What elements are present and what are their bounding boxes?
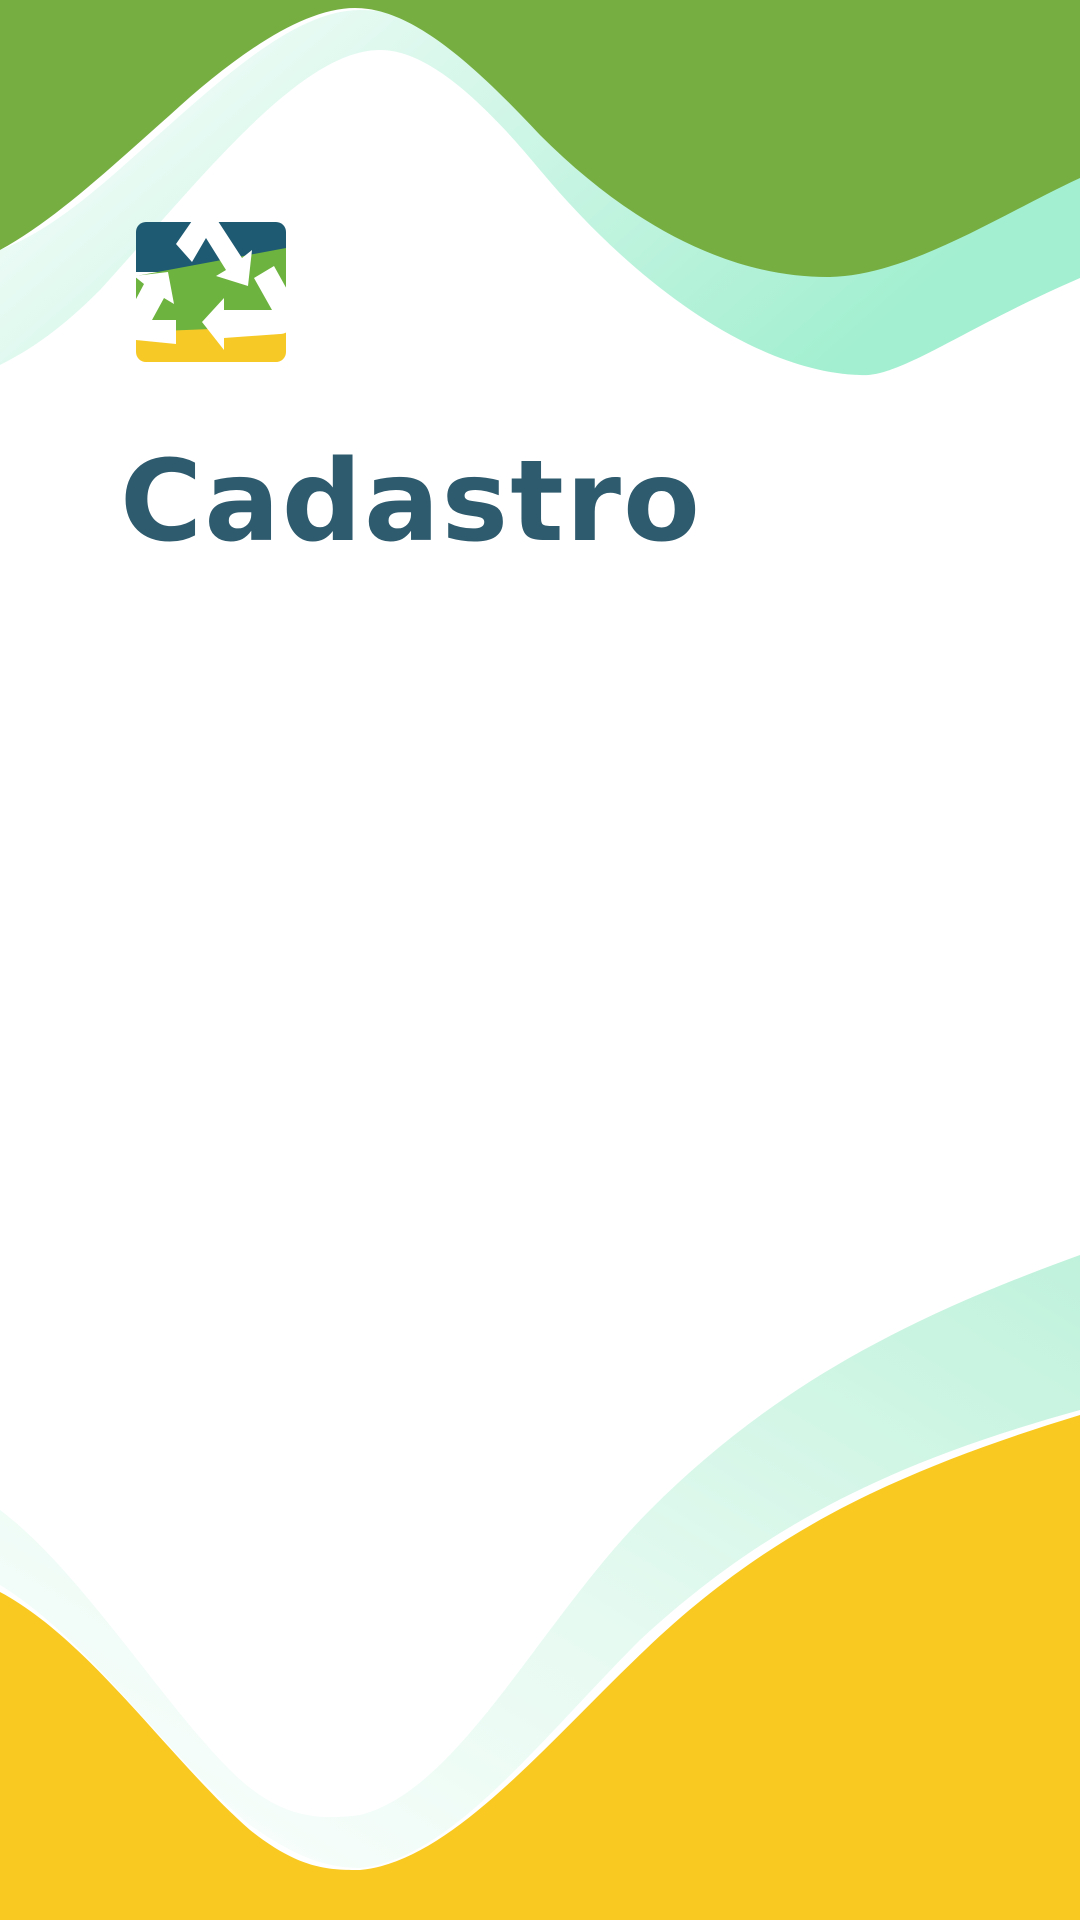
app-logo [124,214,298,370]
page-title: Cadastro [120,437,702,567]
recycle-icon [124,214,297,362]
register-screen: Cadastro [0,0,1080,1920]
